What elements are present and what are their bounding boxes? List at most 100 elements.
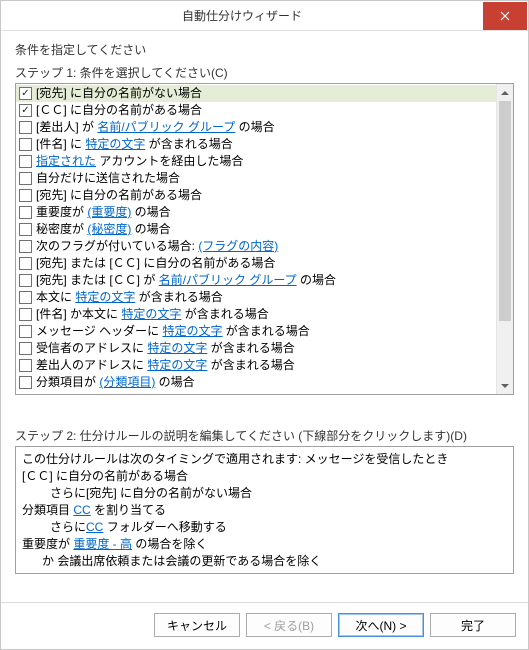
button-footer: キャンセル < 戻る(B) 次へ(N) > 完了 [1,602,528,649]
condition-row[interactable]: 次のフラグが付いている場合: (フラグの内容) [16,238,496,255]
description-line: 重要度が 重要度 - 高 の場合を除く [22,536,507,553]
window-title: 自動仕分けウィザード [1,7,483,24]
condition-text: 分類項目が (分類項目) の場合 [36,374,195,391]
condition-link[interactable]: (秘密度) [87,222,131,236]
condition-checkbox[interactable] [19,359,32,372]
condition-checkbox[interactable] [19,155,32,168]
description-link[interactable]: CC [86,520,103,534]
condition-link[interactable]: 特定の文字 [147,358,207,372]
condition-row[interactable]: 受信者のアドレスに 特定の文字 が含まれる場合 [16,340,496,357]
condition-row[interactable]: [ＣＣ] に自分の名前がある場合 [16,102,496,119]
condition-link[interactable]: (分類項目) [99,375,155,389]
condition-checkbox[interactable] [19,291,32,304]
titlebar: 自動仕分けウィザード [1,1,528,31]
condition-checkbox[interactable] [19,257,32,270]
condition-checkbox[interactable] [19,138,32,151]
condition-checkbox[interactable] [19,223,32,236]
back-button[interactable]: < 戻る(B) [246,613,332,637]
condition-text: [宛先] または [ＣＣ] が 名前/パブリック グループ の場合 [36,272,336,289]
chevron-down-icon [501,383,509,389]
condition-row[interactable]: [件名] か本文に 特定の文字 が含まれる場合 [16,306,496,323]
condition-text: [件名] か本文に 特定の文字 が含まれる場合 [36,306,269,323]
condition-checkbox[interactable] [19,87,32,100]
condition-row[interactable]: 重要度が (重要度) の場合 [16,204,496,221]
condition-link[interactable]: 特定の文字 [121,307,181,321]
condition-text: 重要度が (重要度) の場合 [36,204,171,221]
condition-text: [差出人] が 名前/パブリック グループ の場合 [36,119,275,136]
step2-label: ステップ 2: 仕分けルールの説明を編集してください (下線部分をクリックします… [15,427,514,444]
condition-row[interactable]: 自分だけに送信された場合 [16,170,496,187]
description-line: [ＣＣ] に自分の名前がある場合 [22,468,507,485]
condition-checkbox[interactable] [19,104,32,117]
cancel-button[interactable]: キャンセル [154,613,240,637]
condition-checkbox[interactable] [19,240,32,253]
condition-text: 本文に 特定の文字 が含まれる場合 [36,289,223,306]
condition-text: 差出人のアドレスに 特定の文字 が含まれる場合 [36,357,295,374]
description-line: か 会議出席依頼または会議の更新である場合を除く [22,553,507,570]
condition-checkbox[interactable] [19,189,32,202]
condition-text: 指定された アカウントを経由した場合 [36,153,243,170]
conditions-list-inner: [宛先] に自分の名前がない場合[ＣＣ] に自分の名前がある場合[差出人] が … [16,84,496,394]
vertical-scrollbar[interactable] [496,84,513,394]
description-line: さらにCC フォルダーへ移動する [22,519,507,536]
condition-text: [宛先] に自分の名前がない場合 [36,85,202,102]
condition-checkbox[interactable] [19,325,32,338]
close-button[interactable] [483,2,527,30]
step1-label: ステップ 1: 条件を選択してください(C) [15,64,514,81]
chevron-up-icon [501,90,509,96]
scrollbar-thumb[interactable] [499,101,511,321]
dialog-body: 条件を指定してください ステップ 1: 条件を選択してください(C) [宛先] … [1,31,528,602]
condition-text: [宛先] に自分の名前がある場合 [36,187,202,204]
condition-row[interactable]: [宛先] に自分の名前がない場合 [16,85,496,102]
condition-link[interactable]: 特定の文字 [162,324,222,338]
scroll-down-button[interactable] [497,377,513,394]
condition-row[interactable]: [宛先] または [ＣＣ] が 名前/パブリック グループ の場合 [16,272,496,289]
condition-row[interactable]: 分類項目が (分類項目) の場合 [16,374,496,391]
instruction-text: 条件を指定してください [15,41,514,58]
condition-text: [ＣＣ] に自分の名前がある場合 [36,102,202,119]
condition-link[interactable]: (重要度) [87,205,131,219]
scrollbar-track[interactable] [497,101,513,377]
finish-button[interactable]: 完了 [430,613,516,637]
condition-row[interactable]: 秘密度が (秘密度) の場合 [16,221,496,238]
condition-row[interactable]: 指定された アカウントを経由した場合 [16,153,496,170]
condition-row[interactable]: [宛先] または [ＣＣ] に自分の名前がある場合 [16,255,496,272]
condition-row[interactable]: [宛先] に自分の名前がある場合 [16,187,496,204]
scroll-up-button[interactable] [497,84,513,101]
condition-link[interactable]: 名前/パブリック グループ [97,120,235,134]
condition-checkbox[interactable] [19,274,32,287]
description-line: 分類項目 CC を割り当てる [22,502,507,519]
condition-checkbox[interactable] [19,342,32,355]
wizard-window: 自動仕分けウィザード 条件を指定してください ステップ 1: 条件を選択してくだ… [0,0,529,650]
condition-link[interactable]: (フラグの内容) [198,239,278,253]
condition-link[interactable]: 特定の文字 [85,137,145,151]
condition-checkbox[interactable] [19,206,32,219]
condition-row[interactable]: [件名] に 特定の文字 が含まれる場合 [16,136,496,153]
condition-row[interactable]: [差出人] が 名前/パブリック グループ の場合 [16,119,496,136]
condition-link[interactable]: 名前/パブリック グループ [159,273,297,287]
description-line: さらに[宛先] に自分の名前がない場合 [22,485,507,502]
condition-text: 秘密度が (秘密度) の場合 [36,221,171,238]
description-line: この仕分けルールは次のタイミングで適用されます: メッセージを受信したとき [22,451,507,468]
condition-checkbox[interactable] [19,376,32,389]
description-link[interactable]: 重要度 - 高 [73,537,132,551]
condition-link[interactable]: 特定の文字 [147,341,207,355]
condition-row[interactable]: 本文に 特定の文字 が含まれる場合 [16,289,496,306]
close-icon [500,11,510,21]
condition-text: 受信者のアドレスに 特定の文字 が含まれる場合 [36,340,295,357]
condition-row[interactable]: 差出人のアドレスに 特定の文字 が含まれる場合 [16,357,496,374]
condition-text: 次のフラグが付いている場合: (フラグの内容) [36,238,278,255]
condition-checkbox[interactable] [19,172,32,185]
condition-text: [宛先] または [ＣＣ] に自分の名前がある場合 [36,255,275,272]
next-button[interactable]: 次へ(N) > [338,613,424,637]
condition-text: [件名] に 特定の文字 が含まれる場合 [36,136,233,153]
condition-link[interactable]: 特定の文字 [75,290,135,304]
condition-link[interactable]: 指定された [36,154,96,168]
description-link[interactable]: CC [73,503,90,517]
condition-checkbox[interactable] [19,121,32,134]
conditions-listbox[interactable]: [宛先] に自分の名前がない場合[ＣＣ] に自分の名前がある場合[差出人] が … [15,83,514,395]
condition-checkbox[interactable] [19,308,32,321]
condition-row[interactable]: メッセージ ヘッダーに 特定の文字 が含まれる場合 [16,323,496,340]
rule-description-box[interactable]: この仕分けルールは次のタイミングで適用されます: メッセージを受信したとき[ＣＣ… [15,446,514,574]
condition-text: メッセージ ヘッダーに 特定の文字 が含まれる場合 [36,323,310,340]
